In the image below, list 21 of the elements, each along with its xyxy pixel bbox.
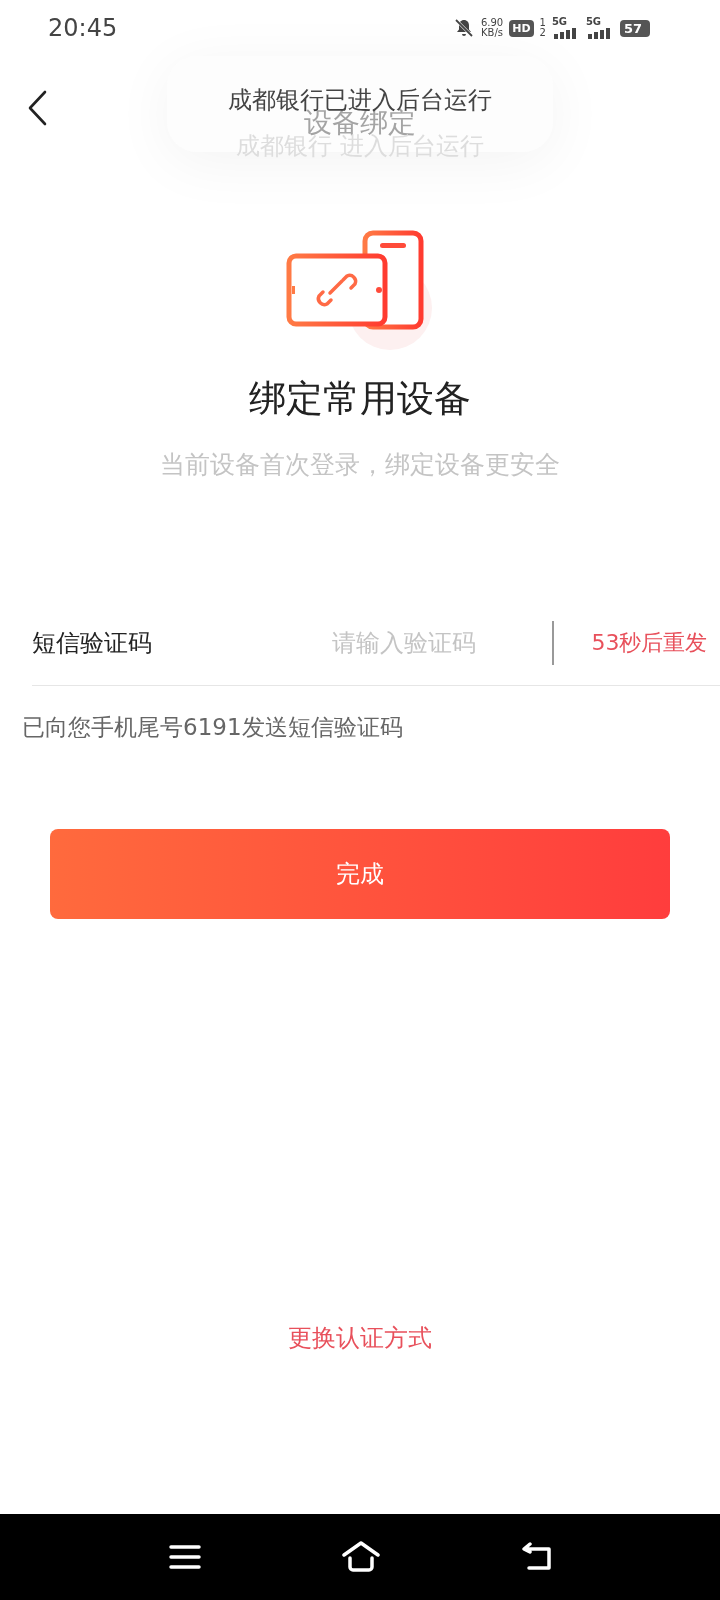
battery-indicator: 57 — [619, 19, 650, 37]
menu-icon[interactable] — [169, 1544, 201, 1570]
home-icon[interactable] — [341, 1541, 381, 1573]
code-input-field[interactable]: 请输入验证码 — [332, 629, 512, 657]
done-button[interactable]: 完成 — [50, 829, 670, 919]
field-label: 短信验证码 — [32, 628, 153, 659]
network-label: 5G — [551, 17, 568, 27]
heading: 绑定常用设备 — [248, 376, 472, 422]
back-icon[interactable] — [26, 90, 48, 126]
sim-slot-label: 1 — [539, 18, 546, 28]
network-label: 5G — [585, 17, 602, 27]
status-time: 20:45 — [48, 14, 118, 42]
subtitle: 当前设备首次登录，绑定设备更安全 — [159, 449, 561, 481]
hd-badge: HD — [509, 19, 534, 37]
switch-method-link[interactable]: 更换认证方式 — [288, 1322, 432, 1354]
resend-countdown[interactable]: 53秒后重发 — [591, 628, 708, 658]
sim-slot-label: 2 — [539, 28, 546, 38]
muted-bell-icon — [452, 17, 475, 39]
speed-value: 6.90 — [480, 18, 504, 28]
speed-unit: KB/s — [481, 28, 504, 38]
sms-hint: 已向您手机尾号6191发送短信验证码 — [22, 713, 404, 742]
